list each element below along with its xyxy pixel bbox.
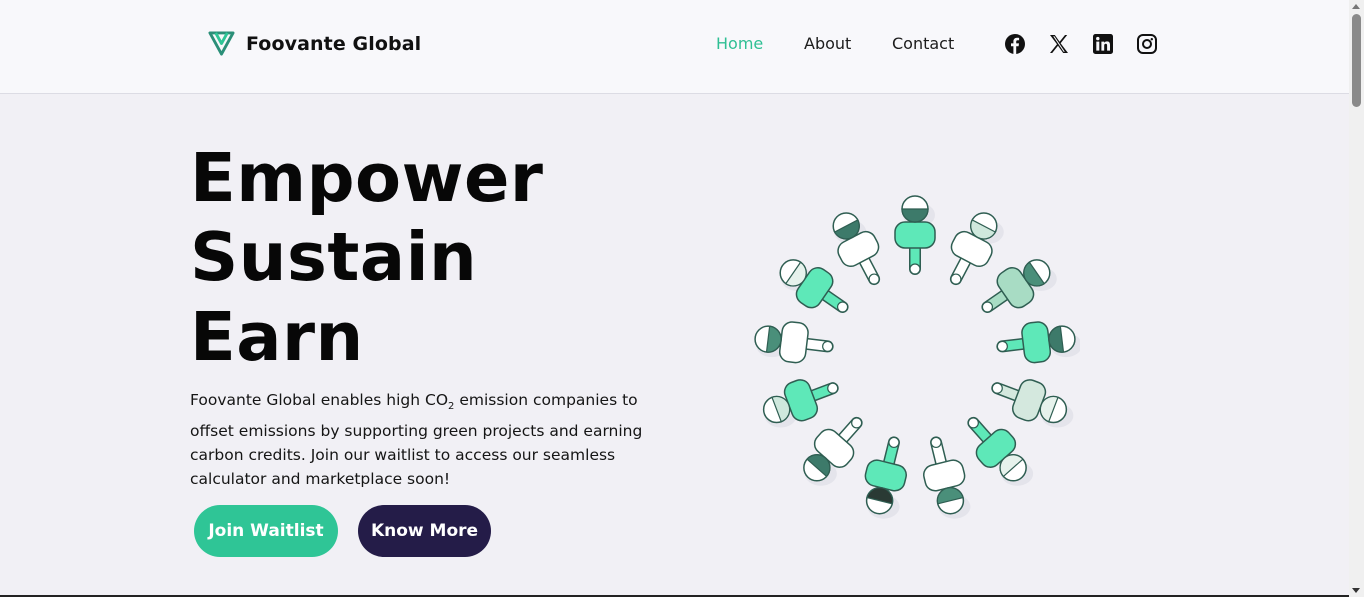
scroll-up-arrow-icon[interactable]: [1352, 4, 1360, 9]
scrollbar-thumb[interactable]: [1352, 14, 1361, 107]
person-hand: [827, 382, 839, 394]
scroll-down-arrow-icon[interactable]: [1352, 588, 1360, 593]
person-body: [864, 459, 907, 492]
site-header: Foovante Global Home About Contact: [0, 0, 1349, 94]
person-hand: [967, 417, 979, 429]
person-body: [923, 459, 966, 492]
person-hand: [822, 340, 834, 352]
join-waitlist-button[interactable]: Join Waitlist: [194, 505, 338, 557]
brand-name: Foovante Global: [246, 32, 422, 55]
person-body: [778, 321, 809, 364]
know-more-button[interactable]: Know More: [358, 505, 491, 557]
person-body: [894, 221, 936, 249]
person-body: [1021, 321, 1052, 364]
person-hand: [851, 417, 863, 429]
hero-description: Foovante Global enables high CO2 emissio…: [190, 391, 643, 489]
people-circle-illustration: [754, 195, 1080, 519]
hero-headline-line-2: Sustain: [190, 218, 478, 296]
linkedin-icon[interactable]: [1092, 33, 1114, 55]
nav-contact[interactable]: Contact: [892, 34, 954, 53]
scrollbar[interactable]: [1349, 0, 1364, 597]
person-hand: [930, 436, 942, 449]
nav-home[interactable]: Home: [716, 34, 763, 53]
person-hand: [981, 301, 994, 313]
nav-about[interactable]: About: [804, 34, 851, 53]
facebook-icon[interactable]: [1004, 33, 1026, 55]
person-hand: [888, 436, 900, 449]
brand[interactable]: Foovante Global: [208, 30, 421, 57]
person-hand: [950, 273, 962, 285]
person-hand: [991, 382, 1003, 394]
x-icon[interactable]: [1048, 33, 1070, 55]
person-hand: [996, 340, 1008, 352]
brand-logo-icon: [208, 31, 235, 56]
hero-headline-line-1: Empower: [190, 139, 544, 217]
person-hand: [836, 301, 849, 313]
hero-headline-line-3: Earn: [190, 298, 364, 376]
instagram-icon[interactable]: [1136, 33, 1158, 55]
person-hand: [868, 273, 880, 285]
person-hand: [909, 263, 921, 275]
